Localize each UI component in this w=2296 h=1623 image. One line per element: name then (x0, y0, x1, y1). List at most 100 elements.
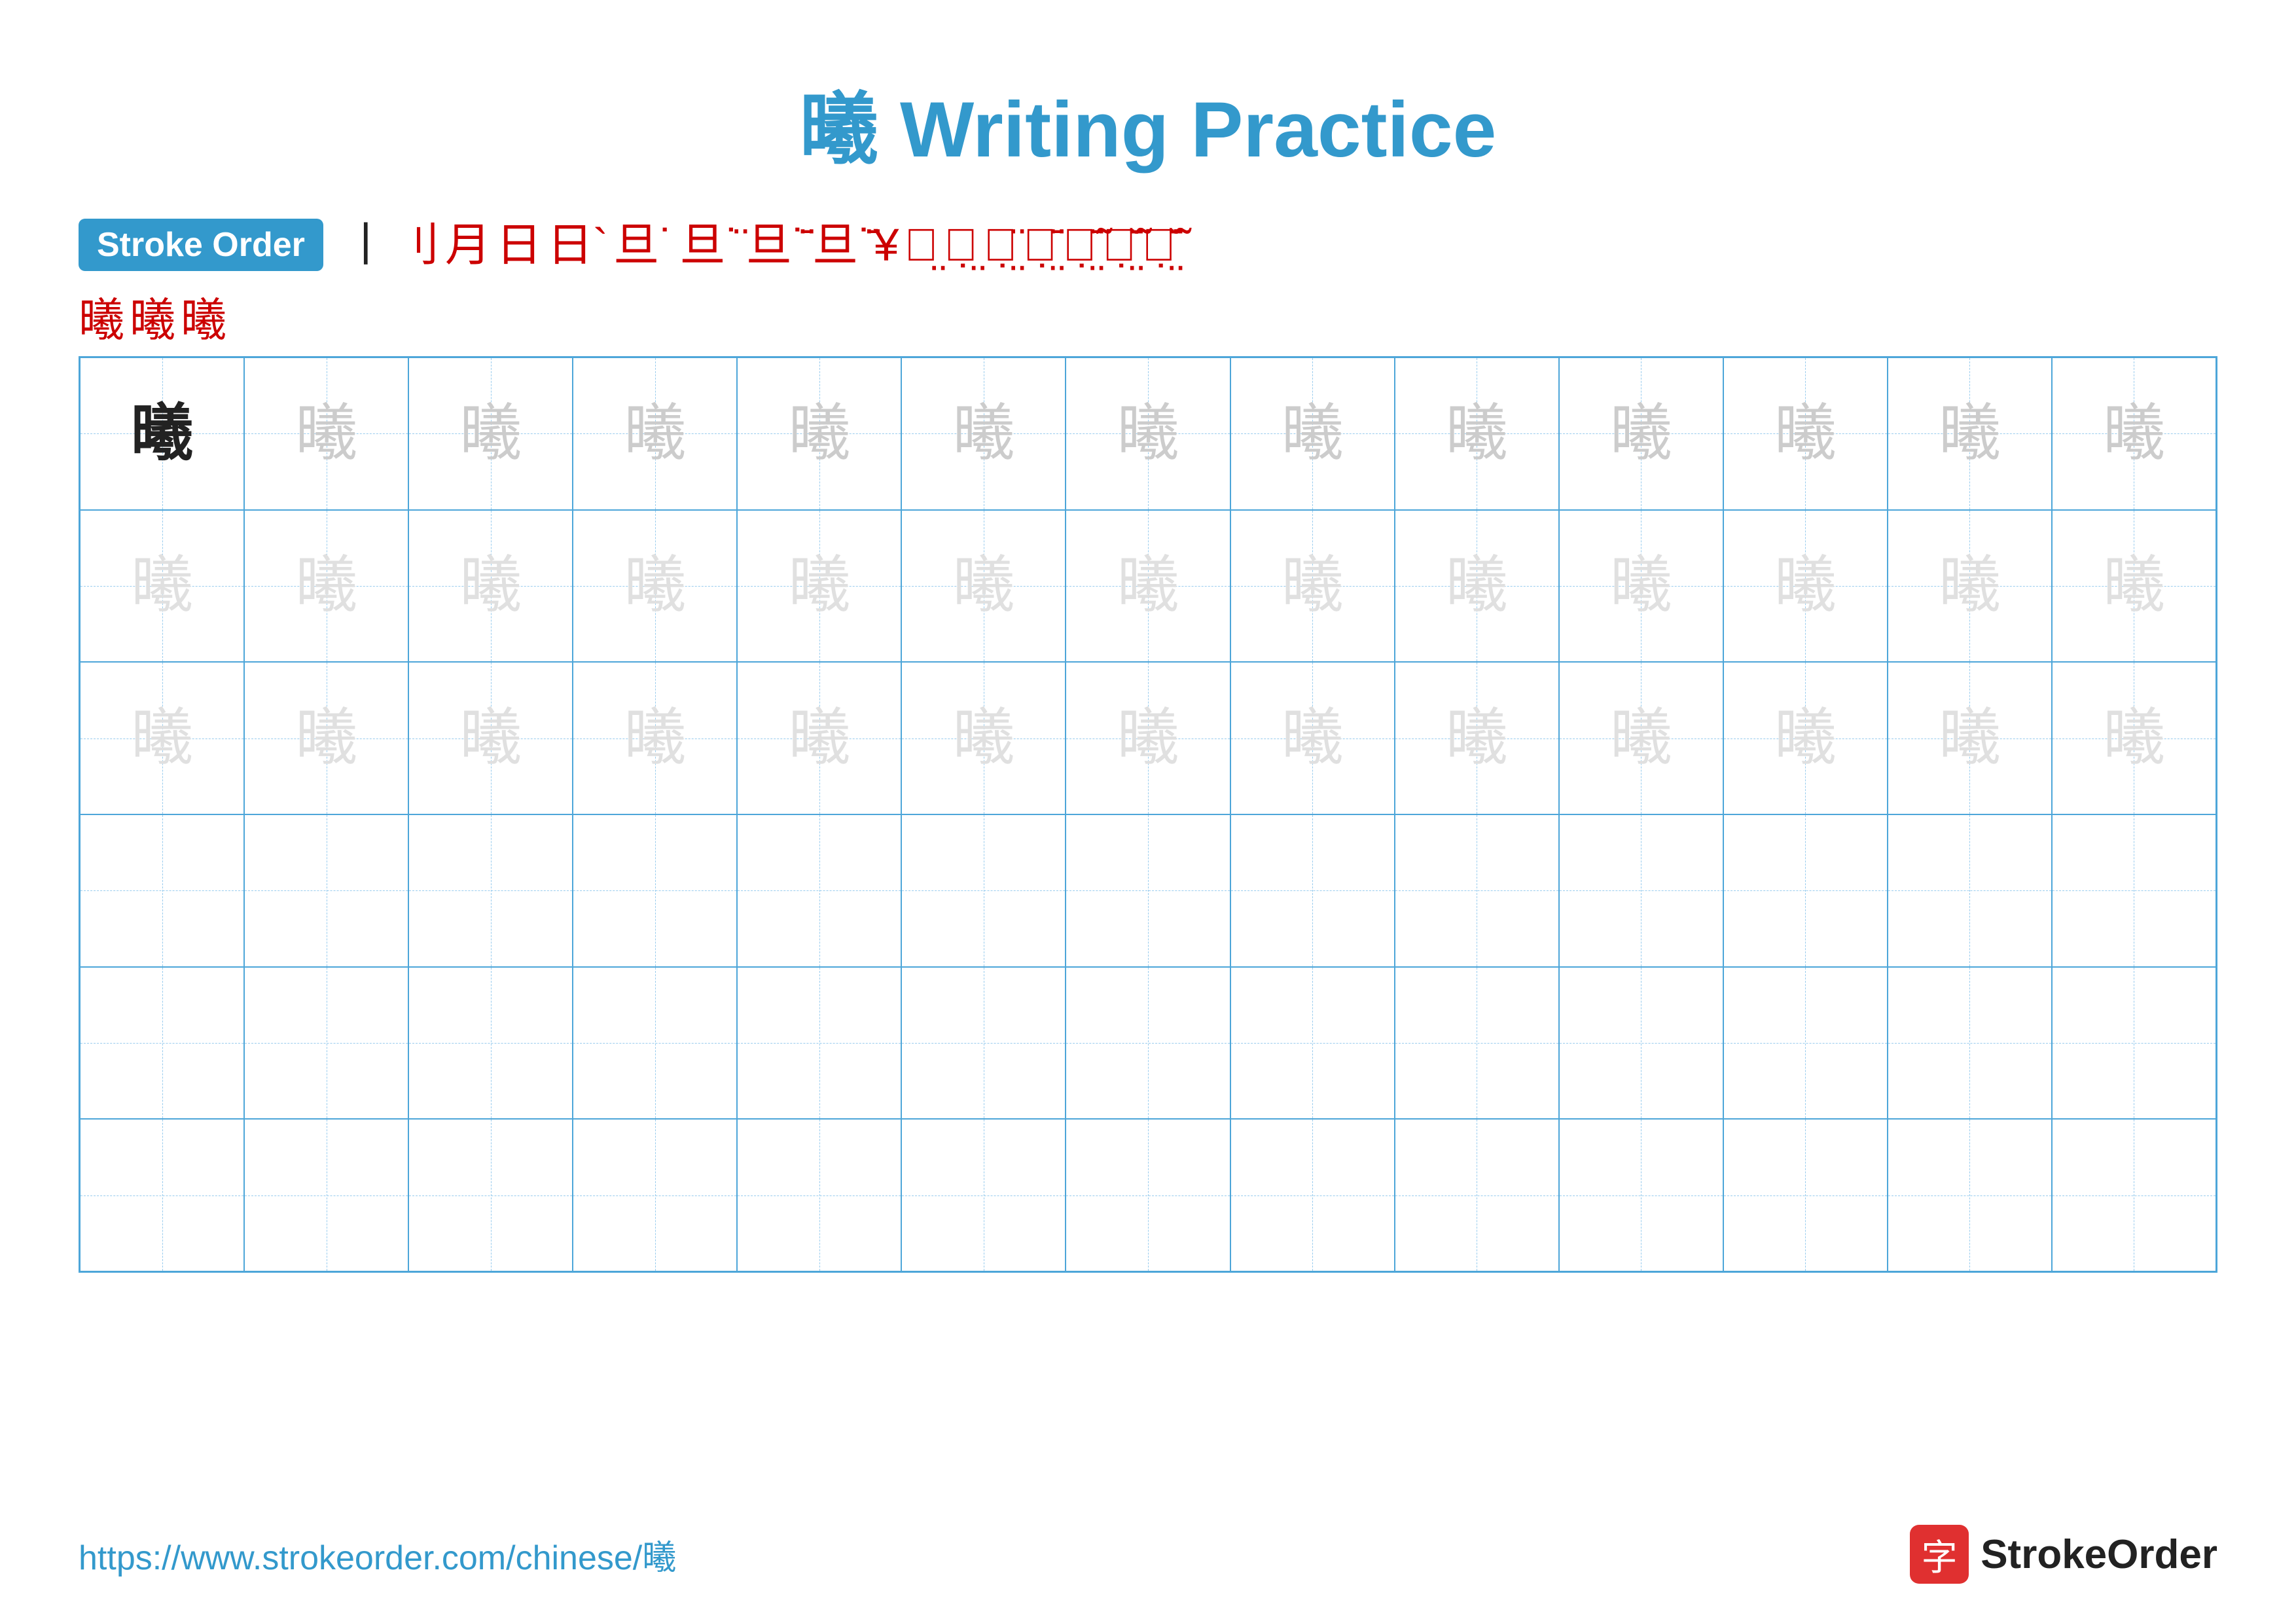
grid-cell-0-5[interactable]: 曦 (901, 357, 1066, 510)
grid-char-faint: 曦 (1774, 707, 1837, 769)
grid-cell-3-6[interactable] (1066, 814, 1230, 967)
grid-cell-4-6[interactable] (1066, 967, 1230, 1120)
grid-cell-3-8[interactable] (1395, 814, 1559, 967)
grid-cell-0-9[interactable]: 曦 (1559, 357, 1723, 510)
grid-cell-4-12[interactable] (2052, 967, 2216, 1120)
grid-cell-3-3[interactable] (573, 814, 737, 967)
grid-cell-5-9[interactable] (1559, 1119, 1723, 1271)
grid-cell-2-3[interactable]: 曦 (573, 662, 737, 814)
grid-char-faint: 曦 (1774, 555, 1837, 617)
grid-cell-5-3[interactable] (573, 1119, 737, 1271)
grid-cell-0-4[interactable]: 曦 (737, 357, 901, 510)
stroke-1: 丨 (343, 222, 389, 268)
grid-cell-0-10[interactable]: 曦 (1723, 357, 1888, 510)
grid-cell-1-10[interactable]: 曦 (1723, 510, 1888, 663)
grid-cell-0-3[interactable]: 曦 (573, 357, 737, 510)
grid-cell-3-2[interactable] (408, 814, 573, 967)
grid-cell-1-5[interactable]: 曦 (901, 510, 1066, 663)
footer-logo: 字 StrokeOrder (1910, 1525, 2217, 1584)
grid-cell-1-11[interactable]: 曦 (1888, 510, 2052, 663)
grid-cell-0-8[interactable]: 曦 (1395, 357, 1559, 510)
grid-cell-5-1[interactable] (244, 1119, 408, 1271)
grid-char-guide: 曦 (788, 403, 850, 465)
grid-cell-3-11[interactable] (1888, 814, 2052, 967)
grid-cell-4-9[interactable] (1559, 967, 1723, 1120)
grid-cell-4-3[interactable] (573, 967, 737, 1120)
grid-cell-3-10[interactable] (1723, 814, 1888, 967)
stroke-15: 曦̤̣̈̄̃̆ (1102, 222, 1137, 268)
grid-cell-0-1[interactable]: 曦 (244, 357, 408, 510)
grid-cell-4-8[interactable] (1395, 967, 1559, 1120)
grid-cell-5-2[interactable] (408, 1119, 573, 1271)
grid-char-faint: 曦 (788, 555, 850, 617)
grid-cell-5-11[interactable] (1888, 1119, 2052, 1271)
grid-cell-4-5[interactable] (901, 967, 1066, 1120)
grid-cell-4-0[interactable] (80, 967, 244, 1120)
grid-cell-5-8[interactable] (1395, 1119, 1559, 1271)
grid-cell-3-5[interactable] (901, 814, 1066, 967)
grid-cell-3-7[interactable] (1230, 814, 1395, 967)
grid-cell-3-0[interactable] (80, 814, 244, 967)
grid-cell-2-7[interactable]: 曦 (1230, 662, 1395, 814)
stroke-8: 旦˙̈̄ (746, 222, 807, 268)
grid-cell-2-4[interactable]: 曦 (737, 662, 901, 814)
grid-cell-5-4[interactable] (737, 1119, 901, 1271)
grid-cell-3-9[interactable] (1559, 814, 1723, 967)
grid-cell-1-12[interactable]: 曦 (2052, 510, 2216, 663)
stroke-order-badge: Stroke Order (79, 219, 323, 271)
grid-cell-1-1[interactable]: 曦 (244, 510, 408, 663)
grid-cell-0-11[interactable]: 曦 (1888, 357, 2052, 510)
grid-cell-1-9[interactable]: 曦 (1559, 510, 1723, 663)
grid-cell-0-12[interactable]: 曦 (2052, 357, 2216, 510)
grid-cell-4-1[interactable] (244, 967, 408, 1120)
grid-cell-2-0[interactable]: 曦 (80, 662, 244, 814)
grid-cell-5-5[interactable] (901, 1119, 1066, 1271)
grid-cell-1-0[interactable]: 曦 (80, 510, 244, 663)
grid-cell-0-7[interactable]: 曦 (1230, 357, 1395, 510)
grid-cell-1-8[interactable]: 曦 (1395, 510, 1559, 663)
grid-char-guide: 曦 (1939, 403, 2001, 465)
grid-cell-2-1[interactable]: 曦 (244, 662, 408, 814)
grid-cell-2-2[interactable]: 曦 (408, 662, 573, 814)
grid-cell-0-6[interactable]: 曦 (1066, 357, 1230, 510)
grid-cell-0-0[interactable]: 曦 (80, 357, 244, 510)
grid-cell-3-4[interactable] (737, 814, 901, 967)
grid-cell-4-4[interactable] (737, 967, 901, 1120)
grid-cell-5-7[interactable] (1230, 1119, 1395, 1271)
grid-cell-2-9[interactable]: 曦 (1559, 662, 1723, 814)
grid-cell-1-2[interactable]: 曦 (408, 510, 573, 663)
grid-cell-0-2[interactable]: 曦 (408, 357, 573, 510)
grid-cell-4-11[interactable] (1888, 967, 2052, 1120)
grid-char-guide: 曦 (1446, 403, 1508, 465)
grid-cell-1-4[interactable]: 曦 (737, 510, 901, 663)
grid-cell-5-0[interactable] (80, 1119, 244, 1271)
grid-cell-4-10[interactable] (1723, 967, 1888, 1120)
footer-url[interactable]: https://www.strokeorder.com/chinese/曦 (79, 1530, 676, 1579)
grid-char-faint: 曦 (295, 707, 357, 769)
grid-cell-4-2[interactable] (408, 967, 573, 1120)
grid-cell-2-6[interactable]: 曦 (1066, 662, 1230, 814)
footer: https://www.strokeorder.com/chinese/曦 字 … (79, 1525, 2217, 1584)
grid-cell-2-5[interactable]: 曦 (901, 662, 1066, 814)
grid-cell-5-6[interactable] (1066, 1119, 1230, 1271)
stroke-3: 月 (445, 222, 491, 268)
grid-char-faint: 曦 (1282, 555, 1344, 617)
grid-cell-4-7[interactable] (1230, 967, 1395, 1120)
logo-char: 字 (1922, 1528, 1958, 1580)
grid-cell-2-10[interactable]: 曦 (1723, 662, 1888, 814)
grid-cell-2-12[interactable]: 曦 (2052, 662, 2216, 814)
grid-char-faint: 曦 (1117, 707, 1179, 769)
grid-cell-3-1[interactable] (244, 814, 408, 967)
grid-cell-1-7[interactable]: 曦 (1230, 510, 1395, 663)
grid-char-faint: 曦 (1939, 555, 2001, 617)
grid-cell-1-6[interactable]: 曦 (1066, 510, 1230, 663)
grid-char-faint: 曦 (788, 707, 850, 769)
grid-cell-1-3[interactable]: 曦 (573, 510, 737, 663)
grid-cell-5-12[interactable] (2052, 1119, 2216, 1271)
grid-cell-3-12[interactable] (2052, 814, 2216, 967)
grid-cell-5-10[interactable] (1723, 1119, 1888, 1271)
logo-text: StrokeOrder (1981, 1531, 2217, 1578)
grid-cell-2-8[interactable]: 曦 (1395, 662, 1559, 814)
grid-cell-2-11[interactable]: 曦 (1888, 662, 2052, 814)
grid-char-guide: 曦 (1282, 403, 1344, 465)
